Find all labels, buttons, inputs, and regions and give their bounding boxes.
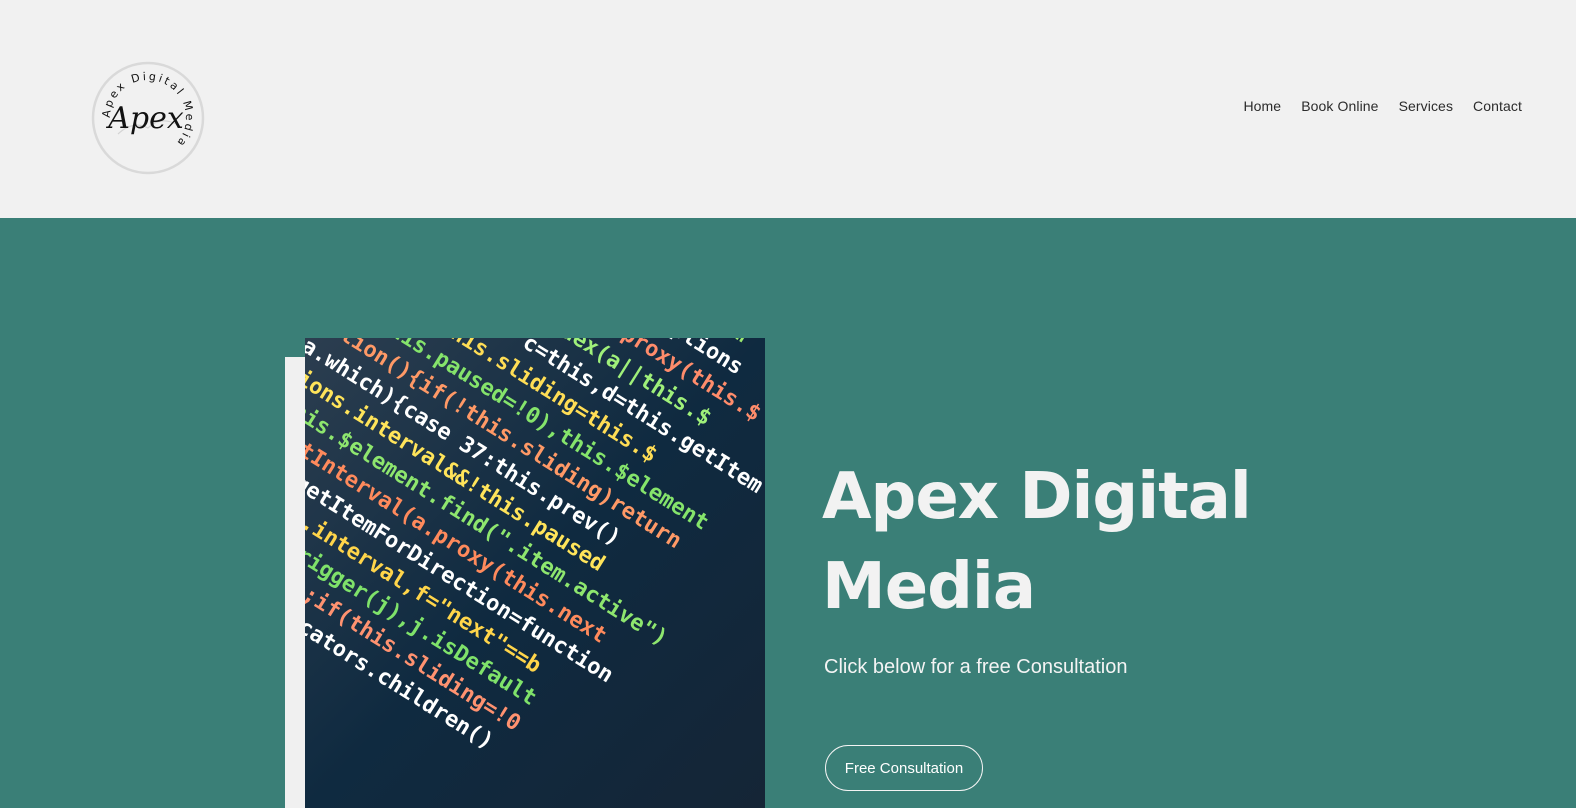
image-accent-bar — [285, 357, 307, 808]
nav-home[interactable]: Home — [1243, 98, 1281, 114]
brand-logo[interactable]: Apex Digital Media Apex — [88, 58, 208, 178]
nav-contact[interactable]: Contact — [1473, 98, 1522, 114]
site-header: Apex Digital Media Apex Home Book Online… — [0, 0, 1576, 218]
nav-services[interactable]: Services — [1399, 98, 1453, 114]
main-nav: Home Book Online Services Contact — [1243, 98, 1522, 114]
hero-title: Apex Digital Media — [822, 460, 1252, 624]
nav-book-online[interactable]: Book Online — [1301, 98, 1378, 114]
free-consultation-button[interactable]: Free Consultation — [825, 745, 983, 791]
hero-subtitle: Click below for a free Consultation — [824, 656, 1128, 678]
code-photo: preventDefault(),.data("bs.button").togg… — [305, 338, 765, 808]
logo-script-text: Apex — [105, 101, 184, 136]
